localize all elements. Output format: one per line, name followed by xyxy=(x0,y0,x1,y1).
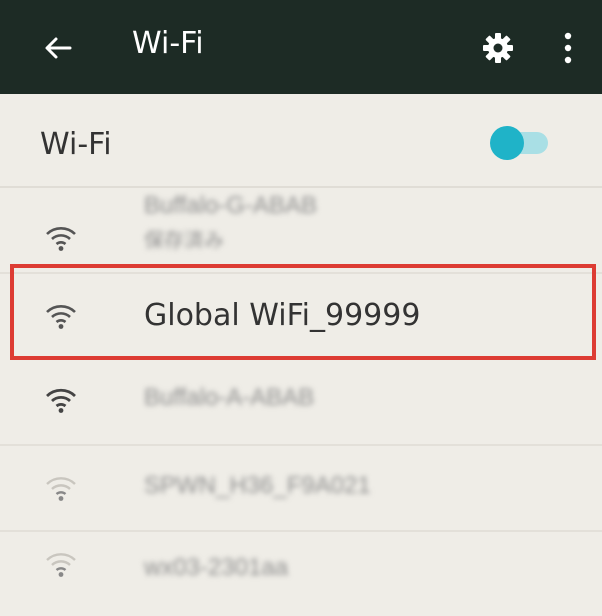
wifi-toggle-label: Wi-Fi xyxy=(40,127,112,162)
network-status: 保存済み xyxy=(144,230,224,252)
network-name: Buffalo-G-ABAB xyxy=(144,192,317,219)
wifi-signal-icon xyxy=(46,305,76,329)
network-list-item[interactable]: SPWN_H36_F9A021 xyxy=(0,446,602,532)
network-list-item[interactable]: Buffalo-A-ABAB xyxy=(0,360,602,446)
more-options-icon[interactable] xyxy=(558,28,578,68)
network-name: Global WiFi_99999 xyxy=(144,298,421,333)
app-bar: Wi-Fi xyxy=(0,0,602,94)
wifi-signal-icon xyxy=(46,553,76,577)
page-title: Wi-Fi xyxy=(132,26,204,61)
network-name: SPWN_H36_F9A021 xyxy=(144,472,371,499)
network-list-item-highlighted[interactable]: Global WiFi_99999 xyxy=(10,264,596,360)
network-list-item[interactable]: wx03-2301aa xyxy=(0,532,602,616)
wifi-toggle-row[interactable]: Wi-Fi xyxy=(0,94,602,188)
wifi-signal-icon xyxy=(46,477,76,501)
wifi-toggle-switch[interactable] xyxy=(484,124,550,160)
wifi-signal-icon xyxy=(46,388,76,413)
switch-thumb xyxy=(490,126,524,160)
network-name: wx03-2301aa xyxy=(144,554,289,581)
network-list-item[interactable]: Buffalo-G-ABAB 保存済み xyxy=(0,188,602,274)
wifi-signal-icon xyxy=(46,227,76,251)
back-arrow-icon[interactable] xyxy=(40,30,76,66)
network-name: Buffalo-A-ABAB xyxy=(144,384,315,411)
gear-icon[interactable] xyxy=(480,30,516,66)
